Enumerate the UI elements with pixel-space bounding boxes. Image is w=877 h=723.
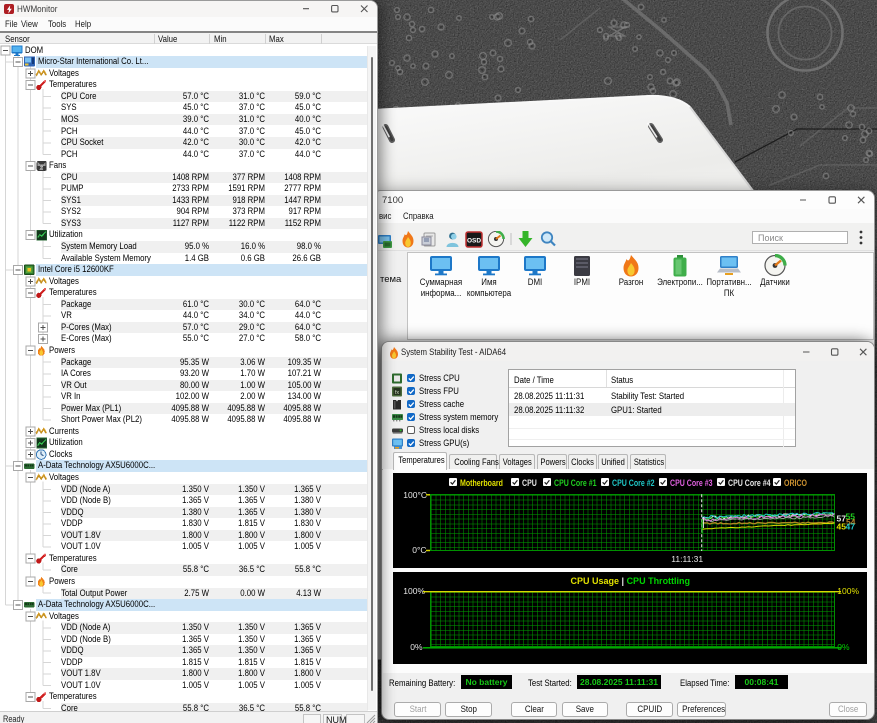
svg-text:fx: fx: [394, 390, 399, 396]
svg-text:47: 47: [846, 521, 856, 531]
svg-text:OSD: OSD: [467, 238, 481, 245]
